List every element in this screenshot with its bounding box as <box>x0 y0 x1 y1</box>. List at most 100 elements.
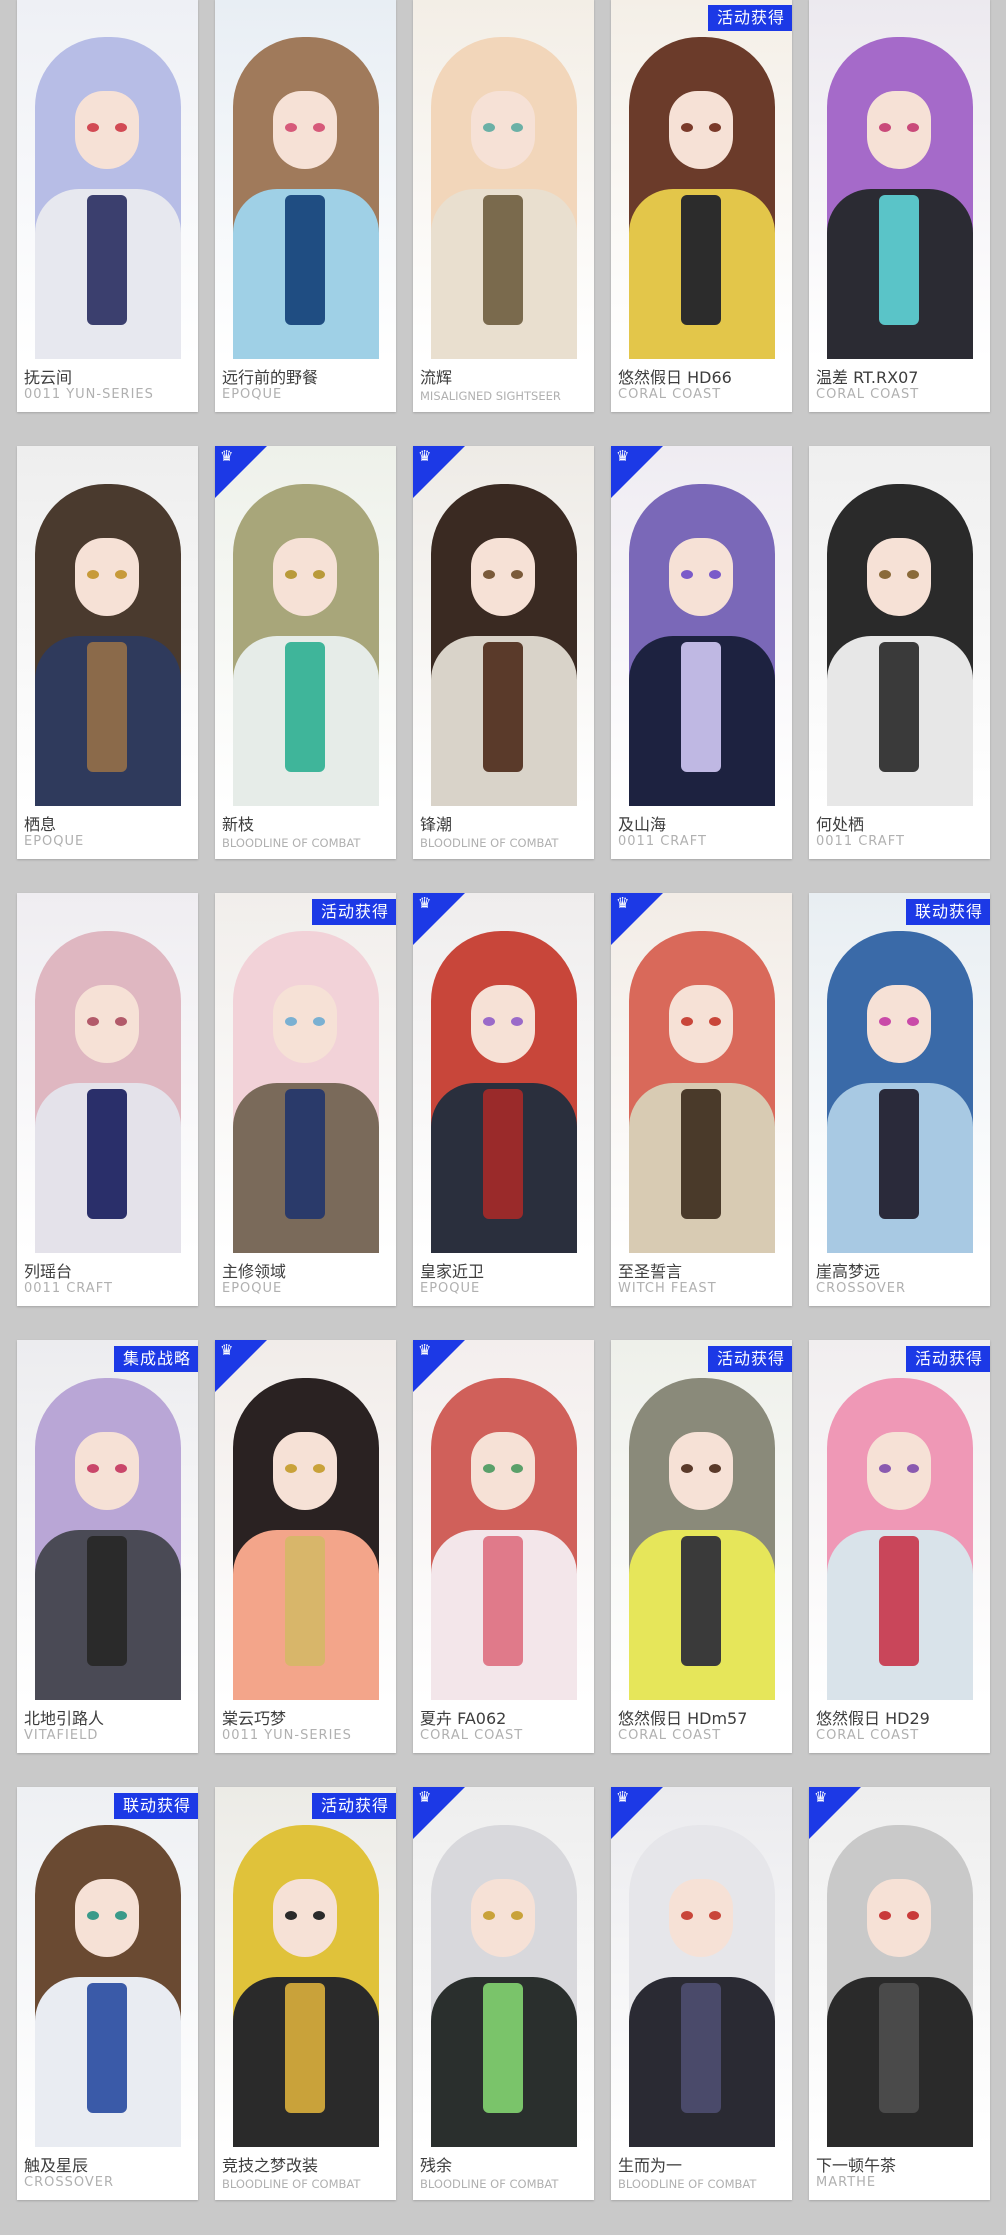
character-face-shape <box>867 1432 931 1510</box>
character-eye-shape <box>681 1017 693 1026</box>
skin-artwork <box>215 0 396 359</box>
character-eye-shape <box>115 1464 127 1473</box>
character-eye-shape <box>87 570 99 579</box>
character-eye-shape <box>483 1464 495 1473</box>
skin-card[interactable]: 活动获得主修领域 EPOQUE <box>215 893 396 1306</box>
skin-card[interactable]: ♛ 新枝 BLOODLINE OF COMBAT <box>215 446 396 859</box>
acquisition-badge: 联动获得 <box>905 899 990 926</box>
skin-series: 0011 YUN-SERIES <box>24 387 154 402</box>
crown-icon: ♛ <box>418 1341 432 1359</box>
character-face-shape <box>867 538 931 616</box>
character-outfit-accent <box>879 1089 919 1219</box>
skin-card[interactable]: ♛ 及山海 0011 CRAFT <box>611 446 792 859</box>
skin-card[interactable]: 联动获得 触及星辰 CROSSOVER <box>17 1787 198 2200</box>
skin-info: 竞技之梦改装 BLOODLINE OF COMBAT <box>215 2147 396 2200</box>
skin-series: EPOQUE <box>24 834 85 849</box>
skin-name: 悠然假日 HD29 <box>816 1709 930 1728</box>
skin-info: 下一顿午茶 MARTHE <box>809 2147 990 2200</box>
skin-info: 列瑶台 0011 CRAFT <box>17 1253 198 1306</box>
character-face-shape <box>75 1879 139 1957</box>
crown-icon: ♛ <box>616 1788 630 1806</box>
character-eye-shape <box>907 1017 919 1026</box>
skin-info: 北地引路人 VITAFIELD <box>17 1700 198 1753</box>
character-eye-shape <box>511 1911 523 1920</box>
skin-artwork <box>215 446 396 806</box>
skin-card[interactable]: ♛ 皇家近卫 EPOQUE <box>413 893 594 1306</box>
crown-icon: ♛ <box>220 447 234 465</box>
skin-info: 悠然假日 HD66 CORAL COAST <box>611 359 792 412</box>
skin-card[interactable]: 活动获得 悠然假日 HD66 CORAL COAST <box>611 0 792 412</box>
acquisition-badge: 活动获得 <box>311 899 396 926</box>
skin-series: EPOQUE <box>420 1281 481 1296</box>
skin-card[interactable]: 流辉 MISALIGNED SIGHTSEER <box>413 0 594 412</box>
character-face-shape <box>75 538 139 616</box>
character-eye-shape <box>681 1911 693 1920</box>
skin-card[interactable]: 集成战略 北地引路人 VITAFIELD <box>17 1340 198 1753</box>
skin-name: 夏卉 FA062 <box>420 1709 507 1728</box>
character-face-shape <box>867 1879 931 1957</box>
character-outfit-accent <box>87 1536 127 1666</box>
skin-series: 0011 CRAFT <box>24 1281 113 1296</box>
skin-info: 及山海 0011 CRAFT <box>611 806 792 859</box>
skin-artwork <box>611 1340 792 1700</box>
skin-card[interactable]: 活动获得 竞技之梦改装 BLOODLINE OF COMBAT <box>215 1787 396 2200</box>
skin-name: 触及星辰 <box>24 2156 89 2175</box>
skin-info: 何处栖 0011 CRAFT <box>809 806 990 859</box>
skin-info: 主修领域 EPOQUE <box>215 1253 396 1306</box>
skin-info: 夏卉 FA062 CORAL COAST <box>413 1700 594 1753</box>
character-face-shape <box>867 985 931 1063</box>
skin-series: CORAL COAST <box>618 1728 722 1743</box>
skin-card[interactable]: ♛ 残余 BLOODLINE OF COMBAT <box>413 1787 594 2200</box>
skin-info: 棠云巧梦 0011 YUN-SERIES <box>215 1700 396 1753</box>
skin-card[interactable]: 何处栖 0011 CRAFT <box>809 446 990 859</box>
skin-card[interactable]: 温差 RT.RX07 CORAL COAST <box>809 0 990 412</box>
skin-card[interactable]: ♛ 下一顿午茶 MARTHE <box>809 1787 990 2200</box>
skin-series: BLOODLINE OF COMBAT <box>420 2177 559 2191</box>
character-outfit-accent <box>87 1983 127 2113</box>
character-eye-shape <box>285 123 297 132</box>
acquisition-badge: 活动获得 <box>905 1346 990 1373</box>
skin-card[interactable]: 活动获得 悠然假日 HD29 CORAL COAST <box>809 1340 990 1753</box>
character-face-shape <box>273 985 337 1063</box>
character-eye-shape <box>511 570 523 579</box>
skin-name: 及山海 <box>618 815 667 834</box>
skin-artwork <box>413 0 594 359</box>
character-outfit-accent <box>879 642 919 772</box>
skin-card[interactable]: 列瑶台 0011 CRAFT <box>17 893 198 1306</box>
skin-card[interactable]: ♛ 生而为一 BLOODLINE OF COMBAT <box>611 1787 792 2200</box>
skin-series: CORAL COAST <box>420 1728 524 1743</box>
skin-name: 主修领域 <box>222 1262 287 1281</box>
skin-card[interactable]: ♛ 棠云巧梦 0011 YUN-SERIES <box>215 1340 396 1753</box>
skin-card[interactable]: 抚云间 0011 YUN-SERIES <box>17 0 198 412</box>
character-face-shape <box>669 91 733 169</box>
skin-name: 列瑶台 <box>24 1262 73 1281</box>
character-face-shape <box>669 985 733 1063</box>
skin-card[interactable]: 活动获得 悠然假日 HDm57 CORAL COAST <box>611 1340 792 1753</box>
skin-card[interactable]: ♛ 至圣誓言 WITCH FEAST <box>611 893 792 1306</box>
skin-artwork <box>413 446 594 806</box>
skin-name: 生而为一 <box>618 2156 683 2175</box>
character-outfit-accent <box>87 1089 127 1219</box>
skin-artwork <box>17 1787 198 2147</box>
skin-name: 锋潮 <box>420 815 453 834</box>
character-face-shape <box>471 538 535 616</box>
skin-artwork <box>17 1340 198 1700</box>
skin-card[interactable]: ♛ 锋潮 BLOODLINE OF COMBAT <box>413 446 594 859</box>
skin-card[interactable]: 远行前的野餐 EPOQUE <box>215 0 396 412</box>
skin-series: BLOODLINE OF COMBAT <box>420 836 559 850</box>
skin-card[interactable]: 栖息 EPOQUE <box>17 446 198 859</box>
character-outfit-accent <box>483 642 523 772</box>
skin-card[interactable]: ♛ 夏卉 FA062 CORAL COAST <box>413 1340 594 1753</box>
character-face-shape <box>273 1879 337 1957</box>
skin-info: 残余 BLOODLINE OF COMBAT <box>413 2147 594 2200</box>
character-eye-shape <box>879 1017 891 1026</box>
character-eye-shape <box>483 123 495 132</box>
skin-info: 悠然假日 HDm57 CORAL COAST <box>611 1700 792 1753</box>
character-eye-shape <box>115 570 127 579</box>
skin-info: 远行前的野餐 EPOQUE <box>215 359 396 412</box>
character-eye-shape <box>907 1911 919 1920</box>
skin-name: 北地引路人 <box>24 1709 105 1728</box>
skin-info: 至圣誓言 WITCH FEAST <box>611 1253 792 1306</box>
skin-card[interactable]: 联动获得 崖高梦远 CROSSOVER <box>809 893 990 1306</box>
character-eye-shape <box>681 1464 693 1473</box>
